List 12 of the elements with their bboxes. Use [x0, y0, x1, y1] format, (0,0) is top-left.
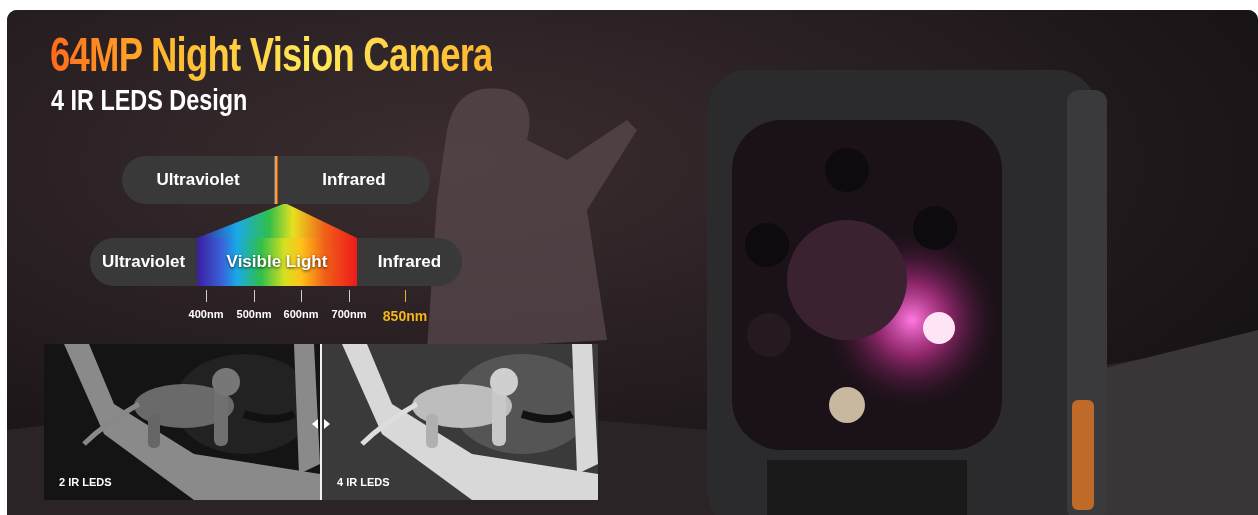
photo-caption: 4 IR LEDS: [337, 476, 390, 488]
band-label: Infrared: [376, 252, 443, 272]
band-label: Ultraviolet: [100, 252, 187, 272]
photo-caption: 2 IR LEDS: [59, 476, 112, 488]
band-label: Infrared: [321, 170, 387, 190]
band-label: Ultraviolet: [155, 170, 241, 190]
wavelength-label: 700nm: [331, 308, 367, 320]
wavelength-label: 600nm: [283, 308, 319, 320]
wavelength-label: 850nm: [382, 308, 428, 324]
wavelength-label: 400nm: [188, 308, 224, 320]
subheadline: 4 IR LEDS Design: [51, 82, 248, 118]
wavelength-label: 500nm: [236, 308, 272, 320]
